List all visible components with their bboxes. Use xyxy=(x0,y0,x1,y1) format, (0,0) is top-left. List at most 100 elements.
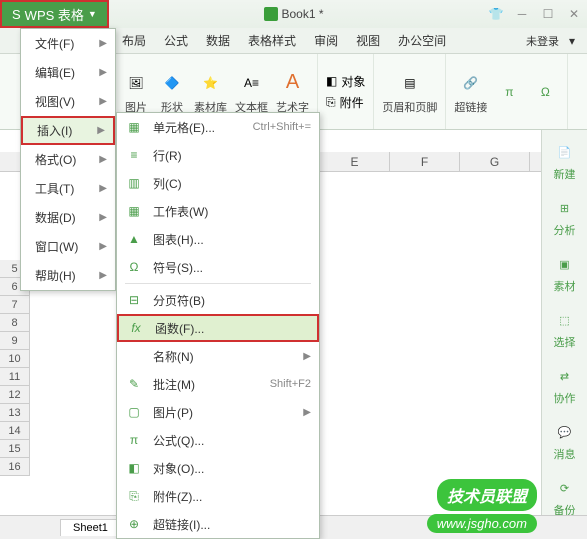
col-header-e[interactable]: E xyxy=(320,152,390,171)
tab-table-style[interactable]: 表格样式 xyxy=(240,28,304,53)
row-header[interactable]: 8 xyxy=(0,314,30,332)
attachment-button[interactable]: ⎘附件 xyxy=(326,94,365,111)
chevron-right-icon: ▶ xyxy=(99,96,107,107)
submenu-row[interactable]: ≡行(R) xyxy=(117,141,319,169)
formula-icon: π xyxy=(125,433,143,447)
new-icon: 📄 xyxy=(553,140,577,164)
textbox-button[interactable]: A≡文本框 xyxy=(235,69,268,115)
ribbon-group-header-footer: ▤页眉和页脚 xyxy=(374,54,446,129)
tab-office-space[interactable]: 办公空间 xyxy=(390,28,454,53)
row-icon: ≡ xyxy=(125,148,143,162)
chart-icon: ▲ xyxy=(125,232,143,246)
side-select[interactable]: ⬚选择 xyxy=(553,308,577,350)
chevron-right-icon: ▶ xyxy=(99,270,107,281)
chevron-down-icon: ▼ xyxy=(88,9,97,19)
tab-formula[interactable]: 公式 xyxy=(156,28,196,53)
shape-icon: 🔷 xyxy=(158,69,186,97)
submenu-name[interactable]: 名称(N)▶ xyxy=(117,342,319,370)
submenu-symbol[interactable]: Ω符号(S)... xyxy=(117,253,319,281)
row-header[interactable]: 9 xyxy=(0,332,30,350)
row-header[interactable]: 13 xyxy=(0,404,30,422)
sheet-tab-active[interactable]: Sheet1 xyxy=(60,519,121,536)
side-message[interactable]: 💬消息 xyxy=(553,420,577,462)
submenu-pagebreak[interactable]: ⊟分页符(B) xyxy=(117,286,319,314)
menu-edit[interactable]: 编辑(E)▶ xyxy=(21,58,115,87)
submenu-cells[interactable]: ▦单元格(E)...Ctrl+Shift+= xyxy=(117,113,319,141)
menu-file[interactable]: 文件(F)▶ xyxy=(21,29,115,58)
maximize-button[interactable]: ☐ xyxy=(539,7,557,21)
row-header[interactable]: 14 xyxy=(0,422,30,440)
side-panel: 📄新建 ⊞分析 ▣素材 ⬚选择 ⇄协作 💬消息 ⟳备份 xyxy=(541,130,587,515)
submenu-function[interactable]: fx函数(F)... xyxy=(117,314,319,342)
menu-tools[interactable]: 工具(T)▶ xyxy=(21,174,115,203)
symbol-button[interactable]: Ω xyxy=(531,78,559,106)
chevron-right-icon: ▶ xyxy=(99,241,107,252)
wps-app-button[interactable]: S WPS 表格 ▼ xyxy=(0,0,109,28)
tab-review[interactable]: 审阅 xyxy=(306,28,346,53)
submenu-object[interactable]: ◧对象(O)... xyxy=(117,454,319,482)
submenu-comment[interactable]: ✎批注(M)Shift+F2 xyxy=(117,370,319,398)
chevron-right-icon: ▶ xyxy=(99,154,107,165)
submenu-hyperlink[interactable]: ⊕超链接(I)... xyxy=(117,510,319,538)
chevron-right-icon: ▶ xyxy=(303,351,311,362)
collab-icon: ⇄ xyxy=(553,364,577,388)
col-header-g[interactable]: G xyxy=(460,152,530,171)
document-title: Book1 * xyxy=(263,7,323,21)
help-dropdown-icon[interactable]: ▾ xyxy=(561,30,583,52)
shape-button[interactable]: 🔷形状 xyxy=(158,69,186,115)
header-footer-icon: ▤ xyxy=(396,69,424,97)
side-analyze[interactable]: ⊞分析 xyxy=(553,196,577,238)
side-material[interactable]: ▣素材 xyxy=(553,252,577,294)
row-header[interactable]: 7 xyxy=(0,296,30,314)
textbox-icon: A≡ xyxy=(238,69,266,97)
insert-submenu: ▦单元格(E)...Ctrl+Shift+= ≡行(R) ▥列(C) ▦工作表(… xyxy=(116,112,320,539)
menu-data[interactable]: 数据(D)▶ xyxy=(21,203,115,232)
menu-window[interactable]: 窗口(W)▶ xyxy=(21,232,115,261)
titlebar: S WPS 表格 ▼ Book1 * 👕 ─ ☐ ✕ xyxy=(0,0,587,28)
object-icon: ◧ xyxy=(125,461,143,475)
submenu-picture[interactable]: ▢图片(P)▶ xyxy=(117,398,319,426)
equation-button[interactable]: π xyxy=(495,78,523,106)
row-header[interactable]: 11 xyxy=(0,368,30,386)
attachment-icon: ⎘ xyxy=(326,95,336,110)
material-icon: ▣ xyxy=(553,252,577,276)
tab-layout[interactable]: 布局 xyxy=(114,28,154,53)
submenu-chart[interactable]: ▲图表(H)... xyxy=(117,225,319,253)
submenu-column[interactable]: ▥列(C) xyxy=(117,169,319,197)
picture-icon: 🖼 xyxy=(122,69,150,97)
menu-help[interactable]: 帮助(H)▶ xyxy=(21,261,115,290)
picture-button[interactable]: 🖼图片 xyxy=(122,69,150,115)
doc-title-text: Book1 * xyxy=(281,7,323,21)
row-header[interactable]: 12 xyxy=(0,386,30,404)
backup-icon: ⟳ xyxy=(553,476,577,500)
row-header[interactable]: 16 xyxy=(0,458,30,476)
submenu-formula[interactable]: π公式(Q)... xyxy=(117,426,319,454)
side-new[interactable]: 📄新建 xyxy=(553,140,577,182)
header-footer-button[interactable]: ▤页眉和页脚 xyxy=(382,69,437,115)
wps-logo: S xyxy=(12,7,21,22)
tab-data[interactable]: 数据 xyxy=(198,28,238,53)
submenu-sheet[interactable]: ▦工作表(W) xyxy=(117,197,319,225)
wordart-button[interactable]: A艺术字 xyxy=(276,69,309,115)
login-status[interactable]: 未登录 xyxy=(518,29,567,53)
menu-format[interactable]: 格式(O)▶ xyxy=(21,145,115,174)
material-button[interactable]: ⭐素材库 xyxy=(194,69,227,115)
side-backup[interactable]: ⟳备份 xyxy=(553,476,577,518)
symbol-icon: Ω xyxy=(125,260,143,274)
menu-view[interactable]: 视图(V)▶ xyxy=(21,87,115,116)
menu-insert[interactable]: 插入(I)▶ xyxy=(21,116,115,145)
picture-icon: ▢ xyxy=(125,405,143,419)
chevron-right-icon: ▶ xyxy=(97,125,105,136)
row-header[interactable]: 10 xyxy=(0,350,30,368)
minimize-button[interactable]: ─ xyxy=(513,7,531,21)
skin-button[interactable]: 👕 xyxy=(487,7,505,21)
close-button[interactable]: ✕ xyxy=(565,7,583,21)
attachment-icon: ⎘ xyxy=(125,489,143,504)
object-button[interactable]: ◧对象 xyxy=(326,73,365,90)
row-header[interactable]: 15 xyxy=(0,440,30,458)
hyperlink-button[interactable]: 🔗超链接 xyxy=(454,69,487,115)
tab-view[interactable]: 视图 xyxy=(348,28,388,53)
col-header-f[interactable]: F xyxy=(390,152,460,171)
submenu-attachment[interactable]: ⎘附件(Z)... xyxy=(117,482,319,510)
side-collab[interactable]: ⇄协作 xyxy=(553,364,577,406)
